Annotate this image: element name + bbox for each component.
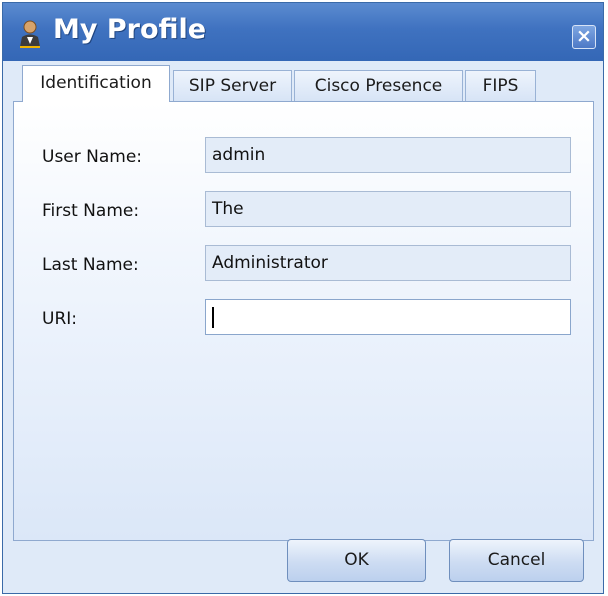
- uri-input[interactable]: [205, 299, 571, 335]
- user-name-label: User Name:: [42, 147, 143, 167]
- ok-button[interactable]: OK: [287, 539, 426, 582]
- close-icon[interactable]: ×: [572, 25, 596, 49]
- cancel-button[interactable]: Cancel: [449, 539, 584, 582]
- user-icon: [20, 20, 40, 48]
- first-name-label: First Name:: [42, 201, 140, 221]
- uri-label: URI:: [42, 309, 77, 329]
- first-name-field: The: [205, 191, 571, 227]
- title-bar[interactable]: My Profile ×: [3, 3, 603, 61]
- window-title: My Profile: [53, 14, 207, 45]
- identification-panel: User Name: admin First Name: The Last Na…: [13, 101, 594, 541]
- tab-sip-server[interactable]: SIP Server: [173, 70, 292, 101]
- user-name-field: admin: [205, 137, 571, 173]
- tab-cisco-presence[interactable]: Cisco Presence: [294, 70, 463, 101]
- text-caret: [212, 307, 214, 328]
- last-name-field: Administrator: [205, 245, 571, 281]
- tab-identification[interactable]: Identification: [22, 65, 170, 102]
- my-profile-dialog: My Profile × Identification SIP Server C…: [2, 2, 604, 594]
- tab-fips[interactable]: FIPS: [465, 70, 536, 101]
- last-name-label: Last Name:: [42, 255, 139, 275]
